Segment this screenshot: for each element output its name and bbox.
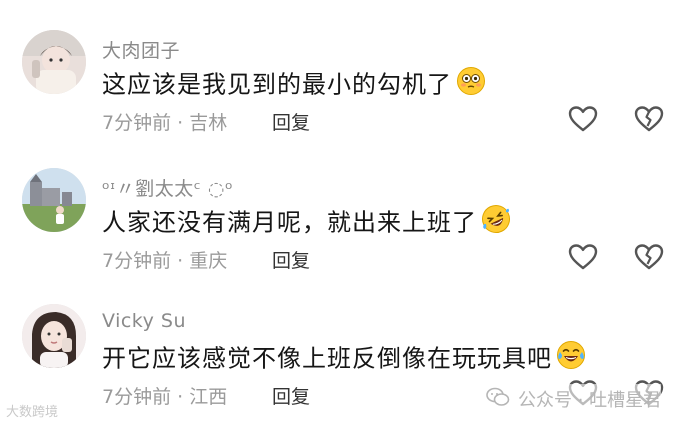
comment-text: 开它应该感觉不像上班反倒像在玩玩具吧 — [102, 340, 586, 379]
dislike-broken-heart-icon[interactable] — [634, 243, 664, 271]
comment-time-location: 7分钟前 · 吉林 — [102, 112, 228, 134]
avatar[interactable] — [22, 30, 86, 94]
username[interactable]: ᵒᶦ〃劉太太ᶜ ◌ᵒ — [102, 174, 233, 201]
like-heart-icon[interactable] — [568, 105, 598, 133]
reply-button[interactable]: 回复 — [272, 382, 310, 409]
watermark-right-text: 公众号 · 吐槽星君 — [518, 390, 662, 411]
comment-time-location: 7分钟前 · 重庆 — [102, 250, 228, 272]
avatar[interactable] — [22, 304, 86, 368]
watermark-left: 大数跨境 — [6, 401, 58, 420]
comment-text-body: 开它应该感觉不像上班反倒像在玩玩具吧 — [102, 344, 552, 373]
flushed-face-emoji — [456, 66, 486, 105]
wechat-official-account-icon — [486, 386, 510, 413]
watermark-left-text: 大数跨境 — [6, 405, 59, 420]
like-heart-icon[interactable] — [568, 243, 598, 271]
avatar[interactable] — [22, 168, 86, 232]
comment-text-body: 这应该是我见到的最小的勾机了 — [102, 70, 452, 99]
comment-text: 这应该是我见到的最小的勾机了 — [102, 66, 486, 105]
comment-item: ᵒᶦ〃劉太太ᶜ ◌ᵒ 人家还没有满月呢，就出来上班了 7分钟前 · 重庆 回复 — [0, 138, 690, 273]
reply-button[interactable]: 回复 — [272, 108, 310, 135]
tears-of-joy-face-emoji — [556, 340, 586, 379]
username[interactable]: 大肉团子 — [102, 36, 180, 63]
dislike-broken-heart-icon[interactable] — [634, 105, 664, 133]
comment-text: 人家还没有满月呢，就出来上班了 — [102, 204, 511, 243]
comment-text-body: 人家还没有满月呢，就出来上班了 — [102, 208, 477, 237]
comment-list: 大肉团子 这应该是我见到的最小的勾机了 7分钟前 · 吉林 回复 ᵒᶦ〃劉太太ᶜ… — [0, 0, 690, 428]
username[interactable]: Vicky Su — [102, 310, 186, 332]
comment-item: 大肉团子 这应该是我见到的最小的勾机了 7分钟前 · 吉林 回复 — [0, 0, 690, 135]
comment-time-location: 7分钟前 · 江西 — [102, 386, 228, 408]
reply-button[interactable]: 回复 — [272, 246, 310, 273]
watermark-right: 公众号 · 吐槽星君 — [486, 384, 662, 414]
rolling-laughing-face-emoji — [481, 204, 511, 243]
